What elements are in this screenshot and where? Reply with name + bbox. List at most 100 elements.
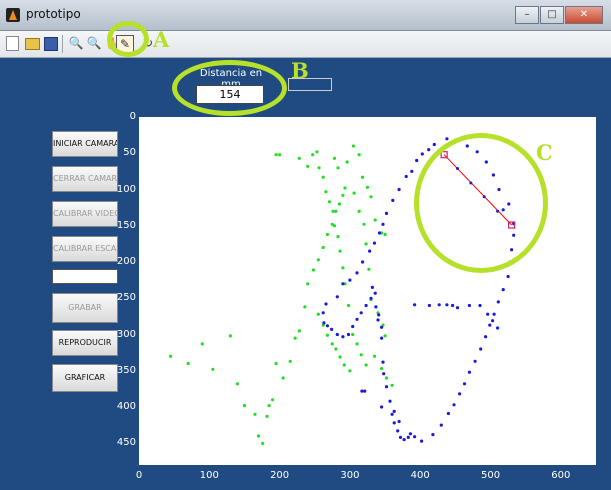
- window-controls: – □ ✕: [515, 6, 603, 24]
- data-point-1-18: [431, 433, 435, 437]
- y-tick-label: 100: [116, 183, 136, 195]
- data-point-1-73: [355, 317, 359, 321]
- x-tick-label: 100: [199, 470, 219, 481]
- data-point-0-29: [332, 156, 337, 160]
- annotation-label-c: C: [536, 140, 553, 165]
- data-point-0-80: [384, 376, 389, 380]
- data-point-1-31: [501, 288, 505, 292]
- y-tick-label: 450: [116, 437, 136, 449]
- data-point-1-47: [427, 148, 431, 152]
- zoom-in-icon[interactable]: 🔍: [68, 35, 84, 51]
- data-point-1-21: [452, 403, 456, 407]
- data-point-1-62: [341, 282, 345, 286]
- data-point-1-50: [410, 169, 414, 173]
- data-point-0-48: [321, 175, 325, 179]
- data-point-0-41: [274, 153, 278, 157]
- data-point-1-94: [397, 419, 401, 424]
- data-point-0-16: [293, 336, 297, 340]
- data-point-1-89: [496, 326, 500, 330]
- data-point-1-48: [420, 152, 424, 156]
- data-point-1-25: [473, 359, 477, 363]
- data-point-1-85: [467, 303, 471, 308]
- minimize-button[interactable]: –: [515, 6, 539, 24]
- data-point-1-10: [392, 421, 396, 425]
- data-point-0-47: [317, 166, 321, 170]
- title-bar: prototipo – □ ✕: [0, 0, 611, 31]
- data-point-1-28: [488, 323, 492, 327]
- data-point-0-20: [311, 268, 315, 272]
- maximize-button[interactable]: □: [540, 6, 564, 24]
- data-point-0-36: [367, 267, 371, 271]
- data-point-1-15: [408, 432, 412, 436]
- data-point-1-26: [479, 347, 483, 351]
- data-point-1-58: [368, 249, 372, 253]
- close-button[interactable]: ✕: [565, 6, 603, 24]
- data-point-1-20: [446, 411, 450, 416]
- data-point-1-82: [445, 303, 449, 307]
- data-point-0-74: [369, 195, 373, 199]
- data-point-0-28: [343, 186, 347, 190]
- data-point-1-93: [392, 409, 396, 413]
- data-point-0-11: [267, 404, 271, 408]
- save-icon[interactable]: [44, 37, 58, 51]
- data-point-1-60: [355, 271, 359, 275]
- data-point-1-84: [455, 306, 460, 310]
- data-point-0-30: [336, 166, 340, 170]
- data-point-0-15: [288, 359, 292, 363]
- data-point-0-40: [383, 334, 387, 338]
- data-point-1-75: [364, 303, 368, 308]
- data-point-0-8: [256, 434, 261, 438]
- zoom-out-icon[interactable]: 🔍: [86, 35, 102, 51]
- data-point-1-91: [363, 389, 367, 393]
- data-point-1-13: [402, 438, 406, 442]
- y-tick-label: 200: [116, 256, 136, 267]
- data-point-0-14: [281, 376, 285, 380]
- data-point-0-52: [332, 224, 337, 228]
- data-point-0-0: [169, 354, 173, 358]
- data-point-1-30: [496, 300, 500, 304]
- annotation-ring-a: [107, 21, 149, 57]
- data-point-1-68: [330, 327, 334, 331]
- data-point-1-81: [437, 303, 441, 307]
- data-point-0-50: [327, 200, 332, 204]
- data-point-0-51: [331, 209, 335, 213]
- data-point-1-67: [325, 324, 329, 328]
- toolbar-separator: [62, 35, 63, 53]
- data-point-1-45: [445, 137, 449, 141]
- data-point-0-58: [351, 332, 355, 337]
- data-point-1-22: [458, 392, 462, 396]
- data-point-1-27: [484, 335, 488, 339]
- data-point-0-54: [338, 249, 342, 253]
- data-point-1-78: [376, 318, 380, 322]
- data-point-0-70: [351, 144, 355, 148]
- data-point-0-66: [334, 347, 338, 351]
- data-point-1-23: [462, 382, 467, 386]
- open-folder-icon[interactable]: [25, 38, 40, 50]
- window-title: prototipo: [26, 7, 81, 21]
- data-point-1-55: [381, 222, 385, 226]
- data-point-1-53: [391, 198, 395, 202]
- data-point-0-60: [359, 353, 363, 357]
- data-point-1-19: [439, 423, 443, 427]
- data-point-0-69: [348, 369, 352, 373]
- data-point-1-52: [397, 187, 401, 192]
- scale-input[interactable]: [52, 269, 118, 284]
- x-tick-label: 500: [480, 470, 501, 481]
- data-point-1-61: [348, 278, 352, 282]
- data-point-1-69: [335, 332, 339, 337]
- y-tick-label: 50: [123, 147, 136, 159]
- data-point-1-2: [377, 313, 381, 317]
- data-point-1-6: [382, 372, 386, 376]
- data-point-1-8: [388, 399, 392, 403]
- data-point-0-17: [297, 329, 301, 333]
- data-point-0-79: [380, 367, 384, 371]
- data-point-1-1: [374, 305, 378, 309]
- data-point-0-23: [325, 232, 329, 237]
- data-point-1-16: [413, 435, 417, 439]
- new-file-icon[interactable]: [6, 36, 19, 51]
- y-tick-label: 300: [116, 328, 136, 340]
- data-point-0-19: [306, 282, 310, 286]
- data-point-1-72: [351, 324, 355, 329]
- y-tick-label: 400: [116, 401, 136, 412]
- data-point-1-46: [432, 142, 436, 147]
